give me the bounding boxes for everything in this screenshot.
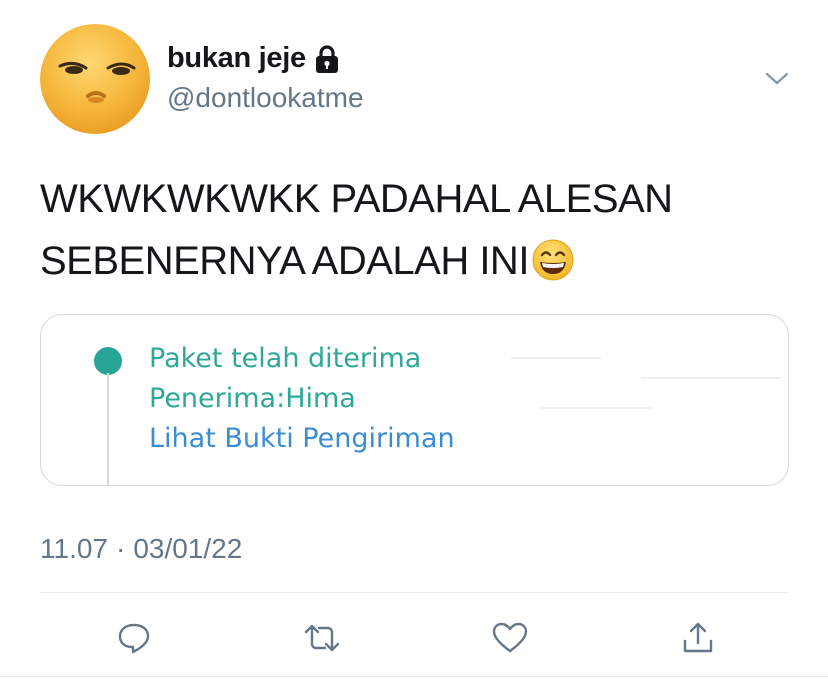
divider-bottom (0, 676, 828, 677)
blur-artifact (511, 357, 601, 359)
divider (40, 592, 788, 593)
blur-artifact (641, 377, 781, 379)
timestamp-separator: · (116, 533, 126, 564)
tweet-date: 03/01/22 (133, 533, 243, 564)
timeline-line (107, 373, 109, 485)
user-name-row[interactable]: bukan jeje (167, 42, 340, 75)
chevron-down-icon[interactable] (764, 68, 790, 88)
tweet-time: 11.07 (40, 533, 108, 564)
like-icon (492, 622, 528, 653)
recipient-row: Penerima:Hima (149, 383, 356, 414)
media-image[interactable]: Paket telah diterima Penerima:Hima Lihat… (40, 314, 789, 486)
avatar-face-icon (40, 24, 150, 134)
retweet-button[interactable] (302, 618, 342, 658)
avatar[interactable] (40, 24, 150, 134)
user-handle[interactable]: @dontlookatme (167, 82, 364, 114)
like-button[interactable] (490, 618, 530, 658)
reply-icon (118, 623, 150, 654)
tweet-text-line-2-text: SEBENERNYA ADALAH INI (40, 239, 529, 283)
reply-button[interactable] (114, 618, 154, 658)
tweet-timestamp[interactable]: 11.07 · 03/01/22 (40, 533, 242, 565)
grinning-face-with-smiling-eyes-icon (531, 238, 575, 282)
blur-artifact (541, 407, 651, 409)
tweet-text-line-2: SEBENERNYA ADALAH INI (40, 230, 800, 292)
proof-of-delivery-link[interactable]: Lihat Bukti Pengiriman (149, 423, 455, 454)
retweet-icon (304, 624, 340, 652)
share-button[interactable] (678, 618, 718, 658)
status-dot-icon (94, 347, 122, 375)
delivery-status: Paket telah diterima (149, 343, 422, 374)
tweet-text-line-1: WKWKWKWKK PADAHAL ALESAN (40, 177, 673, 221)
tweet-text: WKWKWKWKK PADAHAL ALESAN SEBENERNYA ADAL… (40, 168, 800, 292)
recipient-label: Penerima: (149, 383, 286, 414)
lock-icon (314, 44, 340, 74)
recipient-value: Hima (285, 383, 356, 414)
display-name[interactable]: bukan jeje (167, 42, 306, 75)
share-icon (683, 622, 713, 653)
